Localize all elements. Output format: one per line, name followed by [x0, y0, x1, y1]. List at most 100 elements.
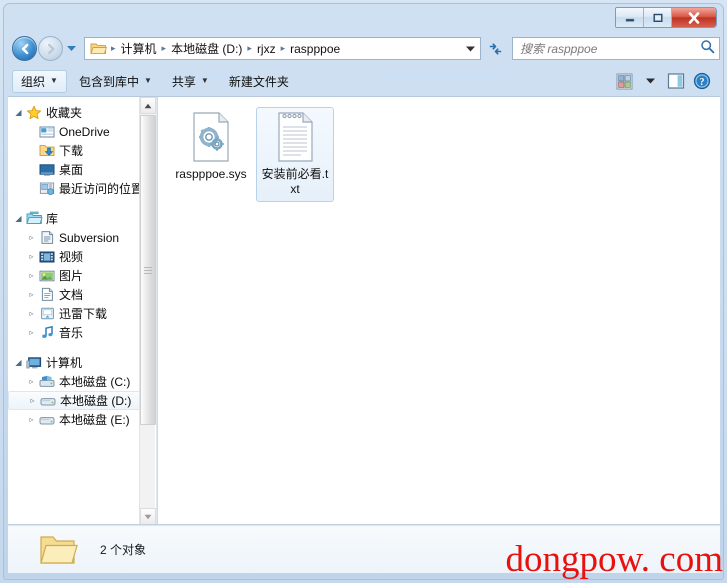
breadcrumb-item-0[interactable]: 计算机	[118, 38, 160, 59]
breadcrumb-item-3[interactable]: raspppoe	[287, 40, 343, 58]
expand-twisty-icon[interactable]: ▹	[25, 271, 38, 280]
sidebar-item-videos[interactable]: ▹ 视频	[8, 247, 156, 266]
toolbar-organize-button[interactable]: 组织 ▼	[12, 69, 67, 93]
sidebar-item-drive-e[interactable]: ▹ 本地磁盘 (E:)	[8, 410, 156, 429]
sidebar-item-desktop[interactable]: 桌面	[8, 160, 156, 179]
toolbar-item-label: 包含到库中	[78, 74, 139, 89]
scrollbar-thumb[interactable]	[140, 115, 156, 425]
chevron-down-icon: ▼	[50, 76, 58, 85]
sidebar-item-recent-places[interactable]: 最近访问的位置	[8, 179, 156, 198]
expand-twisty-icon[interactable]: ▹	[25, 252, 38, 261]
preview-pane-icon[interactable]	[664, 70, 688, 93]
search-icon[interactable]	[700, 39, 715, 59]
sidebar-item-music[interactable]: ▹ 音乐	[8, 323, 156, 342]
sidebar-group-label: 库	[46, 212, 59, 226]
scroll-up-button[interactable]	[140, 97, 156, 114]
status-object-count: 2 个对象	[100, 543, 147, 557]
sidebar-item-label: 迅雷下载	[59, 307, 108, 321]
forward-arrow-icon	[47, 43, 55, 54]
toolbar-include-in-library-button[interactable]: 包含到库中 ▼	[71, 70, 160, 93]
recent-locations-button[interactable]	[63, 44, 79, 53]
expand-twisty-icon[interactable]: ◢	[12, 214, 25, 223]
expand-twisty-icon[interactable]: ▹	[25, 309, 38, 318]
sidebar-item-label: 文档	[59, 288, 84, 302]
folder-icon	[38, 532, 78, 568]
breadcrumb-separator: ▸	[161, 43, 167, 53]
sidebar-item-label: 视频	[59, 250, 84, 264]
toolbar-item-label: 新建文件夹	[228, 74, 289, 89]
breadcrumb-item-1[interactable]: 本地磁盘 (D:)	[168, 38, 245, 59]
sidebar-item-label: 本地磁盘 (D:)	[60, 394, 132, 408]
expand-twisty-icon[interactable]: ◢	[12, 108, 25, 117]
chevron-down-icon	[144, 514, 152, 519]
search-input[interactable]: 搜索 raspppoe	[512, 37, 720, 60]
expand-twisty-icon[interactable]: ▹	[25, 233, 38, 242]
breadcrumb-folder-icon	[90, 41, 107, 56]
drive-icon	[38, 412, 56, 428]
maximize-button[interactable]	[644, 8, 672, 27]
forward-button[interactable]	[38, 36, 63, 61]
file-item-raspppoe-sys[interactable]: raspppoe.sys	[172, 107, 250, 202]
sidebar-scrollbar[interactable]	[139, 97, 156, 524]
expand-twisty-icon[interactable]: ▹	[25, 328, 38, 337]
sidebar-item-downloads[interactable]: 下载	[8, 141, 156, 160]
sidebar-group-favorites[interactable]: ◢ 收藏夹	[8, 103, 156, 122]
expand-twisty-icon[interactable]: ▹	[25, 415, 38, 424]
sidebar-item-drive-d[interactable]: ▹ 本地磁盘 (D:)	[8, 391, 153, 410]
explorer-window: ▸ 计算机 ▸ 本地磁盘 (D:) ▸ rjxz ▸ raspppoe 搜索 r…	[0, 0, 727, 583]
sidebar-group-computer[interactable]: ◢ 计算机	[8, 353, 156, 372]
minimize-button[interactable]	[616, 8, 644, 27]
expand-twisty-icon[interactable]: ▹	[25, 290, 38, 299]
toolbar-right-group: ?	[612, 70, 720, 93]
sidebar-item-thunder-download[interactable]: ▹ 迅雷下载	[8, 304, 156, 323]
library-icon	[25, 211, 43, 227]
watermark-text: dongpow. com	[505, 539, 723, 580]
command-toolbar: 组织 ▼ 包含到库中 ▼ 共享 ▼ 新建文件夹 ?	[8, 66, 720, 97]
text-file-icon	[273, 111, 317, 163]
address-bar-row: ▸ 计算机 ▸ 本地磁盘 (D:) ▸ rjxz ▸ raspppoe 搜索 r…	[8, 33, 720, 64]
sidebar-item-subversion[interactable]: ▹ Subversion	[8, 228, 156, 247]
video-icon	[38, 249, 56, 265]
view-options-icon[interactable]	[612, 70, 636, 93]
music-icon	[38, 325, 56, 341]
sidebar-item-pictures[interactable]: ▹ 图片	[8, 266, 156, 285]
sidebar-group-libraries[interactable]: ◢ 库	[8, 209, 156, 228]
breadcrumb-item-2[interactable]: rjxz	[254, 40, 279, 58]
file-item-readme-txt[interactable]: 安装前必看.txt	[256, 107, 334, 202]
file-list-pane[interactable]: raspppoe.sys 安装前必看.txt	[157, 97, 720, 524]
chevron-down-icon: ▼	[143, 76, 152, 85]
back-button[interactable]	[12, 36, 37, 61]
sidebar-item-label: 本地磁盘 (C:)	[59, 375, 131, 389]
help-icon[interactable]: ?	[690, 70, 714, 93]
minimize-icon	[625, 18, 634, 22]
sidebar-item-documents[interactable]: ▹ 文档	[8, 285, 156, 304]
drive-icon	[39, 393, 57, 409]
thunder-download-icon	[38, 306, 56, 322]
svg-text:?: ?	[700, 77, 705, 88]
close-button[interactable]	[672, 8, 716, 27]
star-icon	[25, 105, 43, 121]
toolbar-share-button[interactable]: 共享 ▼	[164, 70, 217, 93]
breadcrumb-dropdown-icon[interactable]	[462, 45, 478, 53]
maximize-icon	[653, 13, 662, 22]
toolbar-new-folder-button[interactable]: 新建文件夹	[221, 70, 297, 93]
scroll-down-button[interactable]	[140, 508, 156, 524]
sidebar-group-label: 计算机	[46, 356, 83, 370]
sidebar-item-label: OneDrive	[59, 124, 110, 139]
breadcrumb[interactable]: ▸ 计算机 ▸ 本地磁盘 (D:) ▸ rjxz ▸ raspppoe	[84, 37, 481, 60]
system-drive-icon	[38, 374, 56, 390]
expand-twisty-icon[interactable]: ▹	[26, 396, 39, 405]
file-grid: raspppoe.sys 安装前必看.txt	[172, 107, 720, 202]
sys-file-icon	[189, 111, 233, 163]
sidebar-item-drive-c[interactable]: ▹ 本地磁盘 (C:)	[8, 372, 156, 391]
sidebar-item-onedrive[interactable]: OneDrive	[8, 122, 156, 141]
view-dropdown-caret[interactable]	[638, 70, 662, 93]
window-controls	[615, 7, 717, 28]
expand-twisty-icon[interactable]: ▹	[25, 377, 38, 386]
sidebar-item-label: Subversion	[59, 230, 120, 245]
chevron-down-icon: ▼	[200, 76, 209, 85]
refresh-button[interactable]	[483, 37, 508, 60]
search-placeholder: 搜索 raspppoe	[520, 42, 598, 56]
expand-twisty-icon[interactable]: ◢	[12, 358, 25, 367]
